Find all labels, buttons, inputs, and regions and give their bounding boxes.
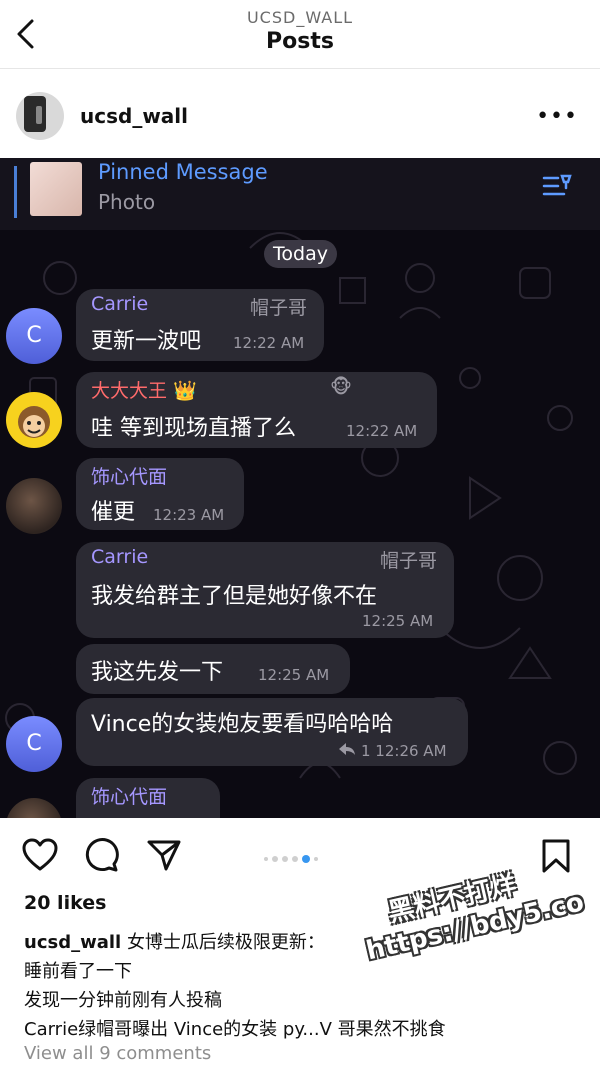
pinned-list-icon[interactable] xyxy=(542,172,574,200)
sender-name: 饰心代面 xyxy=(91,786,168,808)
pinned-message-bar[interactable]: Pinned Message Photo xyxy=(0,158,600,230)
chat-message: Carrie 帽子哥 更新一波吧 12:22 AM xyxy=(76,289,324,361)
sender-tag: 🐵 xyxy=(330,376,352,398)
post-username[interactable]: ucsd_wall xyxy=(80,104,188,128)
likes-count[interactable]: 20 likes xyxy=(24,892,106,914)
sender-name: Carrie xyxy=(91,546,149,568)
post-media[interactable]: Pinned Message Photo Today C Carrie 帽子哥 … xyxy=(0,158,600,818)
post-caption: ucsd_wall 女博士瓜后续极限更新： 睡前看了一下 发现一分钟前刚有人投稿… xyxy=(24,928,584,1044)
heart-icon[interactable] xyxy=(22,838,58,872)
caption-line: 女博士瓜后续极限更新： xyxy=(126,932,325,953)
sender-tag: 帽子哥 xyxy=(249,297,307,319)
comment-icon[interactable] xyxy=(84,838,120,872)
page-title: Posts xyxy=(266,29,334,54)
message-text: 催更 xyxy=(91,500,136,525)
sender-avatar: C xyxy=(6,308,62,364)
chat-message: 我这先发一下 12:25 AM xyxy=(76,644,350,694)
chat-message: 饰心代面 xyxy=(76,778,220,818)
caption-line: 睡前看了一下 xyxy=(24,961,132,982)
monkey-avatar xyxy=(6,392,62,448)
message-text: 我发给群主了但是她好像不在 xyxy=(91,584,378,609)
share-icon[interactable] xyxy=(146,838,182,872)
post-header: ucsd_wall ••• xyxy=(0,68,600,158)
message-text: 更新一波吧 xyxy=(91,329,202,354)
sender-name: Carrie xyxy=(91,293,149,315)
message-time: 1 12:26 AM xyxy=(361,742,447,760)
message-time: 12:23 AM xyxy=(153,506,225,524)
pinned-subtitle: Photo xyxy=(98,190,156,214)
date-separator: Today xyxy=(264,240,337,268)
sender-name: 饰心代面 xyxy=(91,466,168,488)
chat-message: 大大大王 👑 🐵 哇 等到现场直播了么 12:22 AM xyxy=(76,372,437,448)
sender-tag: 帽子哥 xyxy=(379,550,437,572)
pinned-title: Pinned Message xyxy=(98,160,268,184)
message-time: 12:25 AM xyxy=(258,666,330,684)
sender-name: 大大大王 👑 xyxy=(91,380,197,402)
sender-avatar: C xyxy=(6,716,62,772)
caption-username[interactable]: ucsd_wall xyxy=(24,932,121,953)
caption-line: 发现一分钟前刚有人投稿 xyxy=(24,990,222,1011)
carousel-indicator xyxy=(264,848,322,863)
message-time: 12:25 AM xyxy=(362,612,434,630)
avatar[interactable] xyxy=(16,92,64,140)
more-options-icon[interactable]: ••• xyxy=(536,104,578,129)
chat-message: 饰心代面 催更 12:23 AM xyxy=(76,458,244,530)
view-comments-link[interactable]: View all 9 comments xyxy=(24,1043,211,1064)
message-text: 哇 等到现场直播了么 xyxy=(91,416,296,441)
account-name: UCSD_WALL xyxy=(246,8,354,27)
caption-line: Carrie绿帽哥曝出 Vince的女装 py...V 哥果然不挑食 xyxy=(24,1019,446,1040)
message-time: 12:22 AM xyxy=(233,334,305,352)
chat-message: Vince的女装炮友要看吗哈哈哈 1 12:26 AM xyxy=(76,698,468,766)
chat-message: Carrie 帽子哥 我发给群主了但是她好像不在 12:25 AM xyxy=(76,542,454,638)
top-bar: UCSD_WALL Posts xyxy=(0,0,600,69)
profile-photo-avatar xyxy=(6,478,62,534)
message-text: 我这先发一下 xyxy=(91,660,224,685)
pinned-thumbnail xyxy=(30,162,82,216)
message-time: 12:22 AM xyxy=(346,422,418,440)
forward-icon xyxy=(339,743,355,755)
message-text: Vince的女装炮友要看吗哈哈哈 xyxy=(91,712,394,737)
